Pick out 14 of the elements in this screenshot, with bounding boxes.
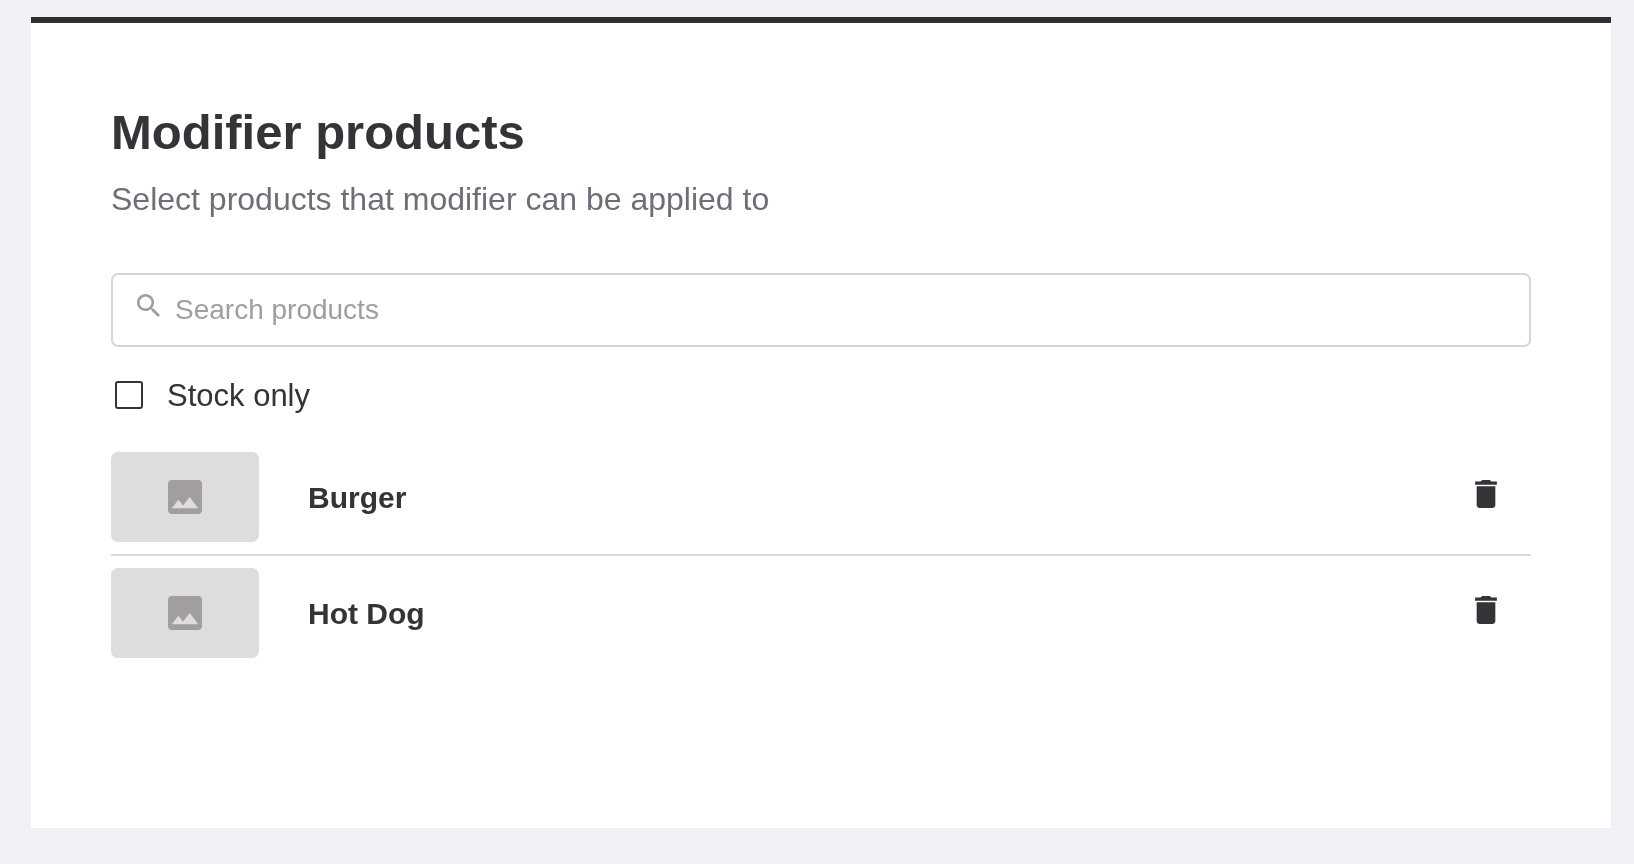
trash-icon (1475, 480, 1497, 509)
page-subtitle: Select products that modifier can be applied to (111, 181, 770, 219)
trash-icon (1475, 596, 1497, 625)
search-field[interactable]: Search products (111, 273, 1531, 348)
product-name: Burger (308, 480, 407, 514)
image-icon (168, 596, 202, 631)
search-icon (137, 294, 160, 318)
checkbox[interactable] (115, 381, 143, 410)
delete-button[interactable] (1475, 480, 1497, 509)
product-name: Hot Dog (308, 596, 425, 630)
delete-button[interactable] (1475, 596, 1497, 625)
page-title: Modifier products (111, 104, 525, 161)
stock-only-label[interactable]: Stock only (167, 379, 310, 411)
image-icon (168, 480, 202, 515)
